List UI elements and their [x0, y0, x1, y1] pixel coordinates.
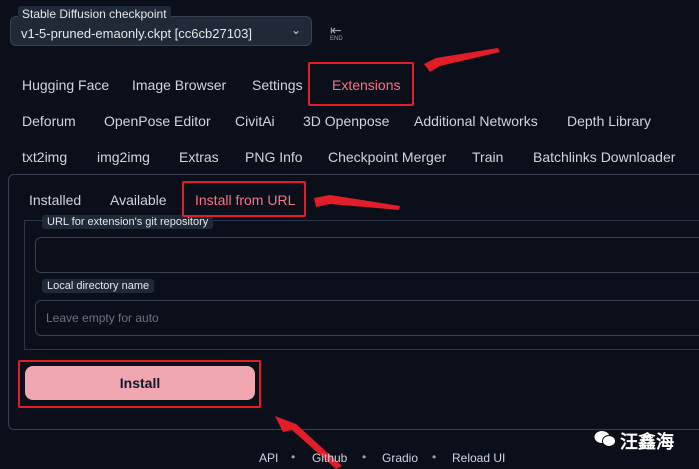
arrow-to-install-url [314, 195, 400, 210]
annotation-arrows [275, 48, 500, 469]
footer-separator: • [432, 450, 437, 464]
watermark-text: 汪鑫海 [620, 432, 674, 452]
footer-link-reload-ui[interactable]: Reload UI [452, 451, 505, 465]
footer-link-github[interactable]: Github [312, 451, 347, 465]
wechat-icon [594, 431, 616, 447]
arrow-to-extensions [424, 48, 500, 72]
footer-link-api[interactable]: API [259, 451, 278, 465]
footer-link-gradio[interactable]: Gradio [382, 451, 418, 465]
footer-separator: • [291, 450, 296, 464]
footer-separator: • [362, 450, 367, 464]
